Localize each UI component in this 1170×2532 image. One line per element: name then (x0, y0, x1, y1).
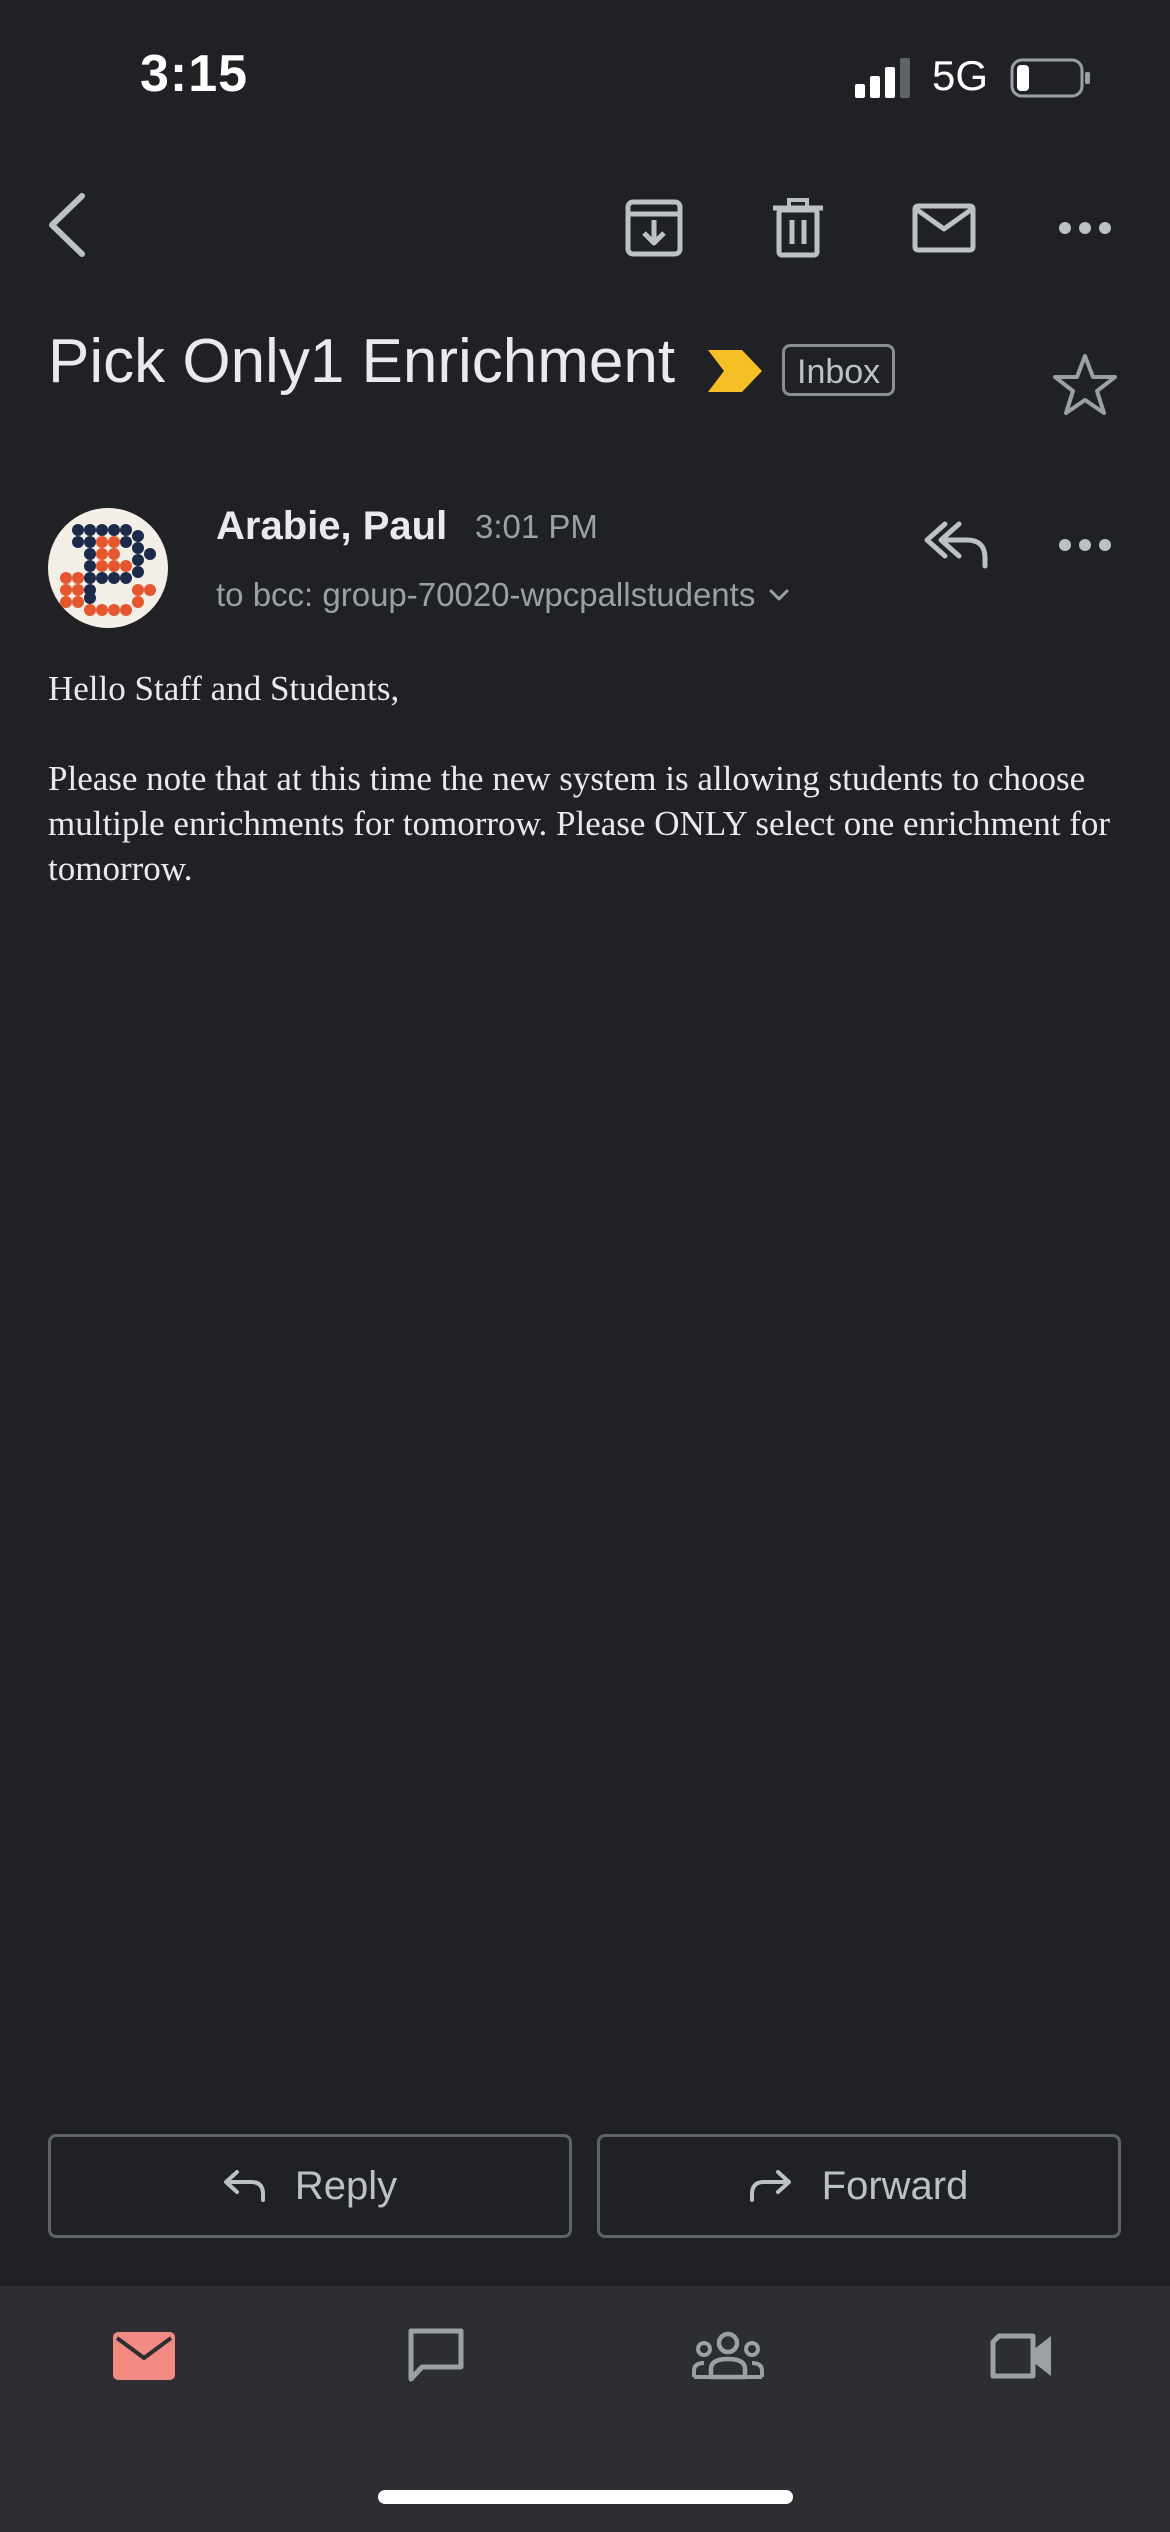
home-indicator[interactable] (378, 2490, 793, 2504)
reply-label: Reply (294, 2163, 398, 2208)
body-paragraph: Please note that at this time the new sy… (48, 759, 1111, 888)
signal-icon (855, 58, 915, 98)
star-icon (1053, 354, 1117, 415)
chevron-left-icon (49, 193, 85, 257)
nav-chat-tab[interactable] (386, 2316, 486, 2396)
reply-icon (223, 2170, 265, 2202)
mail-icon (912, 203, 976, 253)
chevron-down-icon (769, 589, 789, 601)
more-horizontal-icon (1059, 222, 1111, 234)
delete-button[interactable] (760, 190, 836, 266)
reply-all-icon (924, 521, 988, 569)
sender-avatar[interactable] (48, 508, 168, 628)
recipients-text: to bcc: group-70020-wpcpallstudents (216, 576, 756, 613)
back-button[interactable] (36, 180, 96, 270)
label-chip[interactable]: Inbox (782, 344, 896, 396)
nav-mail-tab[interactable] (94, 2316, 194, 2396)
message-more-button[interactable] (1050, 510, 1120, 580)
sent-time: 3:01 PM (475, 508, 598, 545)
reply-button[interactable]: Reply (48, 2134, 572, 2238)
chat-icon (408, 2328, 464, 2382)
email-subject: Pick Only1 Enrichment (48, 327, 676, 396)
recipients-toggle[interactable]: to bcc: group-70020-wpcpallstudents (216, 576, 789, 614)
importance-marker-icon[interactable] (708, 350, 762, 392)
nav-meet-tab[interactable] (972, 2316, 1072, 2396)
more-options-button[interactable] (1050, 190, 1120, 266)
p-logo-icon (48, 508, 168, 628)
status-time: 3:15 (140, 45, 249, 103)
network-label: 5G (932, 52, 989, 99)
reply-all-button[interactable] (918, 510, 994, 580)
body-greeting: Hello Staff and Students, (48, 669, 400, 708)
battery-icon (1010, 58, 1092, 98)
sender-name[interactable]: Arabie, Paul (216, 504, 447, 549)
video-icon (990, 2333, 1051, 2379)
people-icon (692, 2331, 764, 2380)
mark-unread-button[interactable] (906, 190, 982, 266)
archive-button[interactable] (616, 190, 692, 266)
trash-icon (773, 198, 823, 258)
forward-button[interactable]: Forward (597, 2134, 1121, 2238)
more-horizontal-icon (1059, 539, 1111, 551)
forward-icon (749, 2170, 792, 2202)
email-body: Hello Staff and Students, Please note th… (48, 666, 1128, 936)
mail-icon (113, 2332, 175, 2380)
forward-label: Forward (821, 2163, 969, 2208)
star-button[interactable] (1052, 352, 1118, 418)
nav-spaces-tab[interactable] (678, 2316, 778, 2396)
archive-icon (625, 199, 683, 257)
